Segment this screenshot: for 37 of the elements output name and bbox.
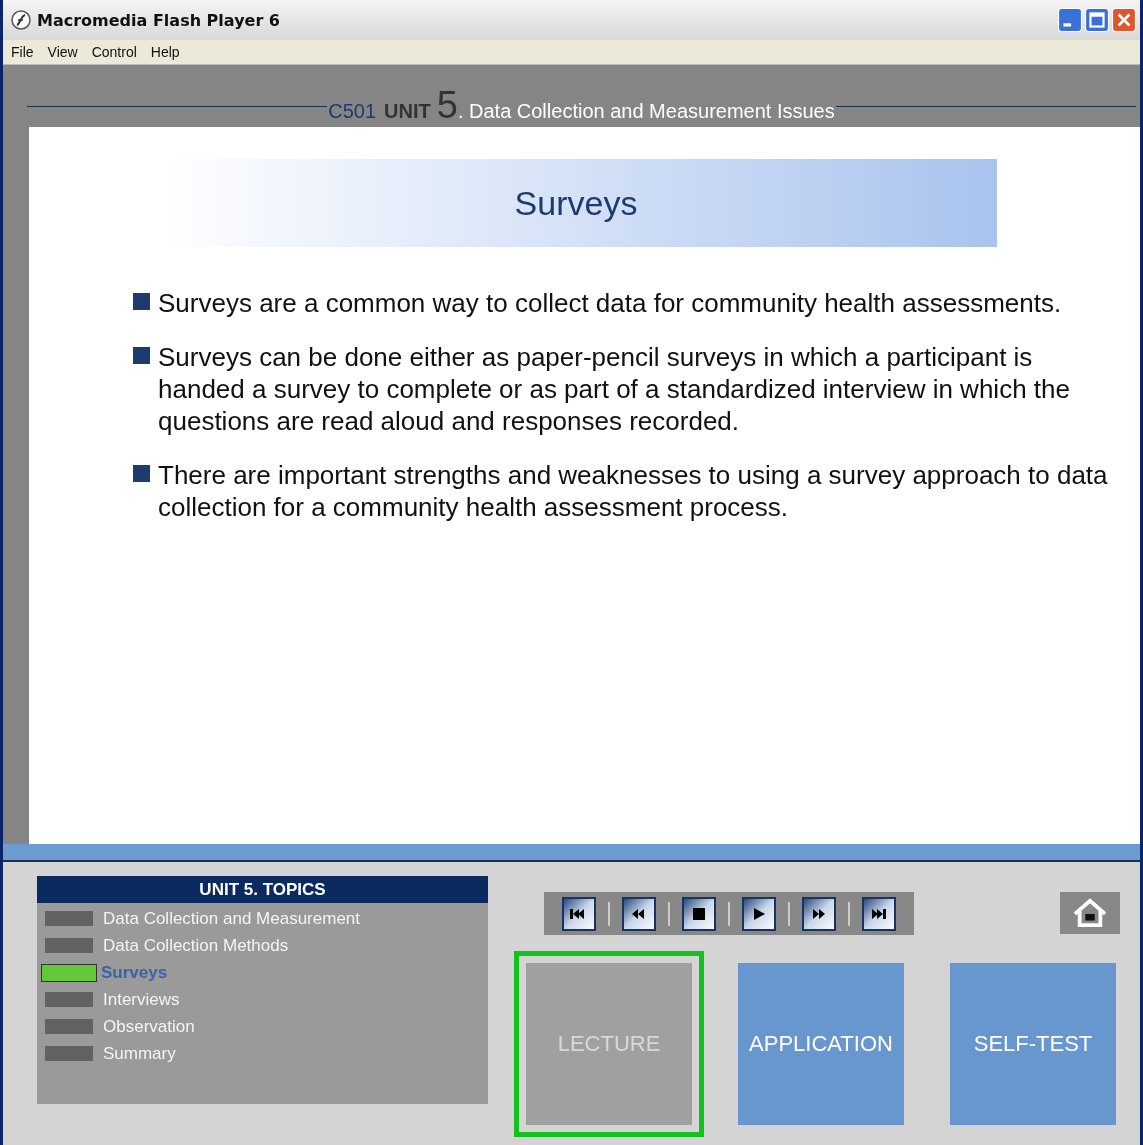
window-title: Macromedia Flash Player 6 bbox=[37, 10, 281, 30]
course-code: C501 bbox=[328, 99, 377, 123]
bullet-text: Surveys can be done either as paper-pencil surveys in which a participant is handed a survey to complete or as part of a standardized interview in which the questions are read aloud and responses recorded. bbox=[158, 341, 1071, 437]
forward-button[interactable] bbox=[802, 896, 836, 931]
home-button[interactable] bbox=[1060, 892, 1120, 934]
last-button[interactable] bbox=[862, 896, 896, 931]
stop-button[interactable] bbox=[682, 896, 716, 931]
first-button[interactable] bbox=[562, 896, 596, 931]
bullet-icon bbox=[133, 293, 150, 310]
bullet-icon bbox=[133, 465, 150, 482]
bullet-text: Surveys are a common way to collect data for community health assessments. bbox=[158, 287, 1063, 319]
topic-item[interactable]: Surveys bbox=[101, 962, 168, 983]
maximize-button[interactable] bbox=[1085, 8, 1109, 32]
menu-item[interactable]: Control bbox=[91, 44, 137, 60]
topic-item[interactable]: Data Collection Methods bbox=[103, 935, 289, 956]
menu-item[interactable]: File bbox=[11, 44, 34, 60]
section-tab[interactable]: APPLICATION bbox=[738, 963, 904, 1125]
menu-item[interactable]: Help bbox=[150, 44, 180, 60]
section-tab[interactable]: SELF-TEST bbox=[950, 963, 1116, 1125]
topic-item[interactable]: Interviews bbox=[103, 989, 180, 1010]
menu-item[interactable]: View bbox=[47, 44, 78, 60]
play-button[interactable] bbox=[742, 896, 776, 931]
minimize-button[interactable] bbox=[1058, 8, 1082, 32]
topics-title: UNIT 5. TOPICS bbox=[37, 876, 488, 903]
flash-icon bbox=[11, 10, 31, 30]
bullet-text: There are important strengths and weaknesses to using a survey approach to data collection for a community health assessment process. bbox=[158, 459, 1109, 523]
bullet-icon bbox=[133, 347, 150, 364]
topic-item[interactable]: Observation bbox=[103, 1016, 195, 1037]
topic-item[interactable]: Summary bbox=[103, 1043, 176, 1064]
home-icon bbox=[1071, 897, 1109, 929]
topic-item[interactable]: Data Collection and Measurement bbox=[103, 908, 361, 929]
close-button[interactable] bbox=[1112, 8, 1136, 32]
rewind-button[interactable] bbox=[622, 896, 656, 931]
unit-label: UNIT bbox=[384, 99, 431, 123]
section-tab[interactable]: LECTURE bbox=[526, 963, 692, 1125]
unit-title: . Data Collection and Measurement Issues bbox=[457, 99, 835, 123]
unit-number: 5 bbox=[436, 89, 458, 120]
